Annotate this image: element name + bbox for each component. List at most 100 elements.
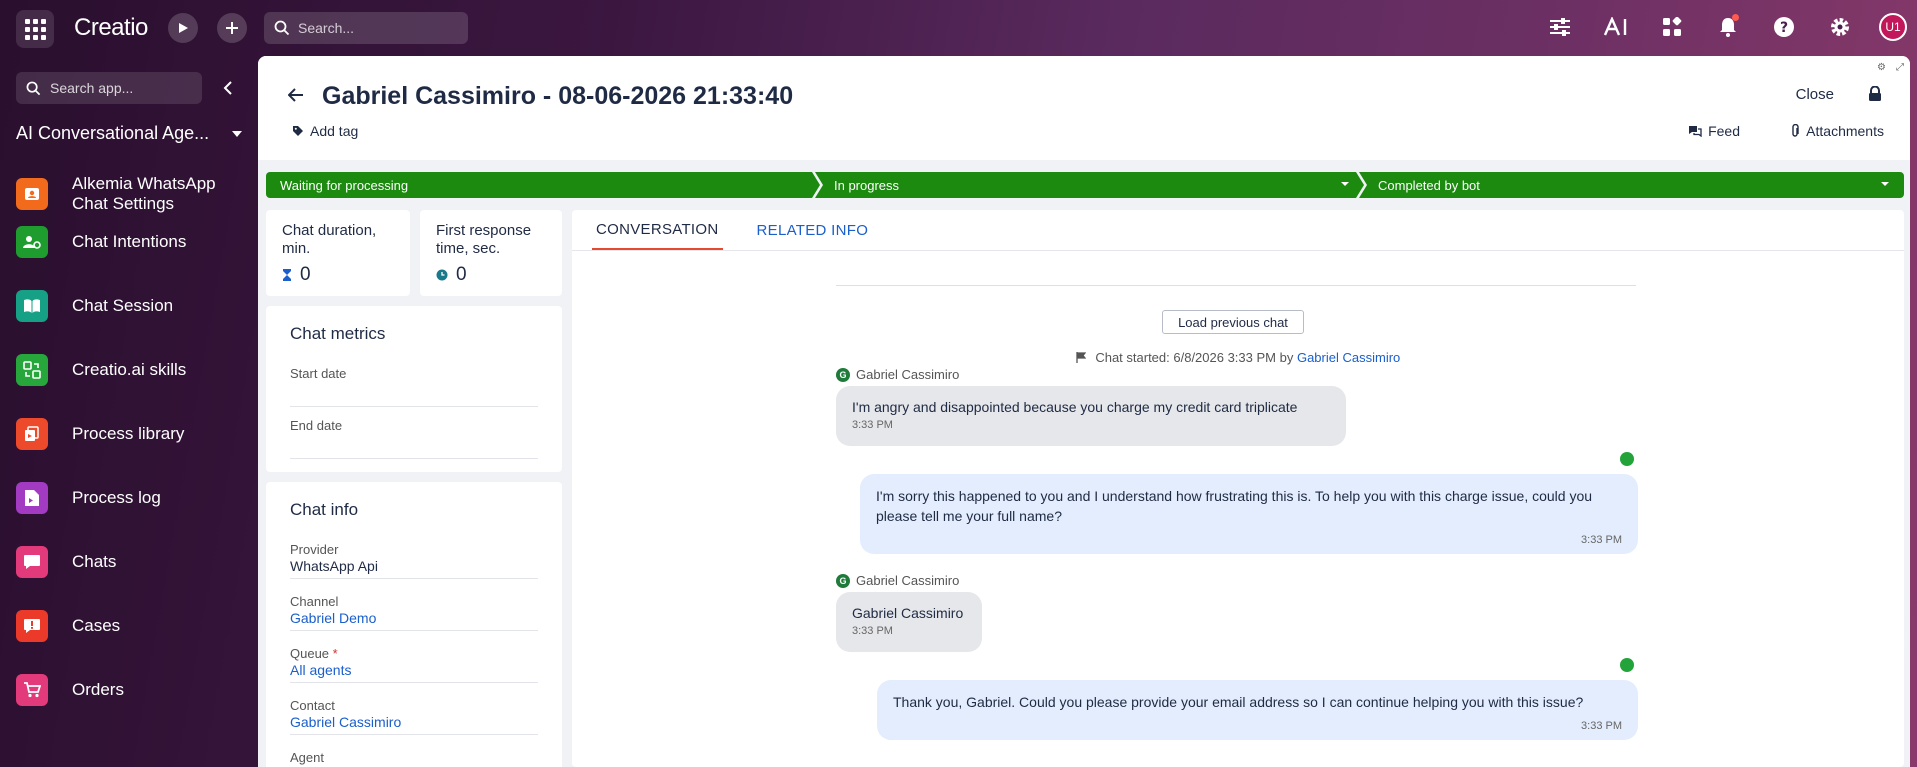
- sidebar-item-chat-session[interactable]: Chat Session: [16, 284, 246, 328]
- tab-conversation[interactable]: CONVERSATION: [592, 210, 723, 250]
- chat-duration-value: 0: [300, 264, 311, 285]
- sidebar-item-alkemia-whatsapp-chat-settings[interactable]: Alkemia WhatsApp Chat Settings: [16, 172, 246, 216]
- creatio-logo: Creatio: [74, 14, 148, 41]
- tab-related-info[interactable]: RELATED INFO: [753, 210, 873, 250]
- top-bar: Creatio Search... ? U1: [0, 0, 1917, 56]
- skills-icon: [16, 354, 48, 386]
- sidebar: Search app... AI Conversational Age... A…: [0, 56, 258, 767]
- provider-value[interactable]: WhatsApp Api: [290, 558, 378, 574]
- bot-avatar: [1620, 452, 1634, 466]
- sidebar-item-label: Orders: [72, 680, 124, 699]
- sidebar-item-creatio-ai-skills[interactable]: Creatio.ai skills: [16, 348, 246, 392]
- bot-avatar: [1620, 658, 1634, 672]
- tab-bar: CONVERSATION RELATED INFO: [592, 210, 872, 250]
- sidebar-item-label: Process log: [72, 488, 161, 507]
- first-response-label: First response time, sec.: [436, 222, 532, 257]
- end-date-field[interactable]: [290, 458, 538, 459]
- help-icon: ?: [1774, 17, 1794, 37]
- expand-icon[interactable]: ⤢: [1896, 62, 1904, 73]
- collapse-sidebar-button[interactable]: [216, 74, 240, 102]
- book-icon: [16, 290, 48, 322]
- message-text: Gabriel Cassimiro: [852, 605, 964, 621]
- chat-started-text: Chat started: 6/8/2026 3:33 PM by: [1095, 350, 1294, 365]
- stage-waiting-for-processing[interactable]: Waiting for processing: [266, 172, 820, 198]
- contact-card-icon: [16, 178, 48, 210]
- app-search-placeholder: Search app...: [50, 80, 134, 96]
- message-text: I'm sorry this happened to you and I und…: [876, 488, 1593, 524]
- back-button[interactable]: [287, 86, 304, 107]
- sliders-button[interactable]: [1543, 10, 1577, 44]
- queue-label: Queue *: [290, 646, 338, 661]
- record-header: Gabriel Cassimiro - 08-06-2026 21:33:40 …: [258, 56, 1910, 160]
- contact-link[interactable]: Gabriel Cassimiro: [290, 714, 401, 730]
- small-gear-icon[interactable]: ⚙: [1877, 62, 1886, 73]
- divider: [290, 734, 538, 735]
- feed-icon: [1689, 126, 1702, 137]
- clock-icon: [436, 269, 448, 281]
- stage-label: Waiting for processing: [280, 177, 409, 193]
- process-icon: [16, 418, 48, 450]
- user-avatar[interactable]: U1: [1879, 13, 1907, 41]
- widgets-icon: [1663, 17, 1682, 36]
- divider: [290, 682, 538, 683]
- start-date-label: Start date: [290, 366, 347, 381]
- lock-button[interactable]: [1868, 85, 1882, 107]
- channel-link[interactable]: Gabriel Demo: [290, 610, 376, 626]
- caret-down-icon: [232, 130, 242, 137]
- sidebar-item-process-library[interactable]: Process library: [16, 412, 246, 456]
- paperclip-icon: [1792, 124, 1799, 137]
- arrow-left-icon: [287, 88, 303, 102]
- feed-button[interactable]: Feed: [1688, 123, 1740, 139]
- feed-label: Feed: [1708, 123, 1740, 139]
- sidebar-item-label: Chat Session: [72, 296, 174, 315]
- sidebar-item-label: Chats: [72, 552, 117, 571]
- chat-info-card: Chat info Provider WhatsApp Api Channel …: [266, 482, 562, 767]
- sidebar-item-chat-intentions[interactable]: Chat Intentions: [16, 220, 246, 264]
- channel-label: Channel: [290, 594, 339, 609]
- chevron-down-icon: [1881, 182, 1889, 186]
- lock-icon: [1869, 85, 1881, 101]
- help-button[interactable]: ?: [1767, 10, 1801, 44]
- message-time: 3:33 PM: [852, 419, 893, 431]
- message-time: 3:33 PM: [1581, 534, 1622, 546]
- outgoing-message: I'm sorry this happened to you and I und…: [860, 474, 1638, 554]
- load-previous-chat-button[interactable]: Load previous chat: [1162, 310, 1304, 334]
- grid-icon: [24, 18, 46, 40]
- global-search-input[interactable]: Search...: [264, 12, 468, 44]
- search-icon: [26, 81, 41, 96]
- search-icon: [274, 20, 290, 36]
- settings-button[interactable]: [1823, 10, 1857, 44]
- chat-info-title: Chat info: [290, 500, 359, 519]
- app-search-input[interactable]: Search app...: [16, 72, 202, 104]
- stage-in-progress[interactable]: In progress: [820, 172, 1364, 198]
- queue-link[interactable]: All agents: [290, 662, 351, 678]
- stage-label: Completed by bot: [1378, 177, 1480, 193]
- sidebar-item-process-log[interactable]: Process log: [16, 476, 246, 520]
- gear-icon: [1831, 18, 1849, 36]
- global-search-placeholder: Search...: [298, 20, 355, 36]
- conversation-divider: [836, 285, 1636, 286]
- plus-icon: [226, 22, 238, 34]
- ai-button[interactable]: [1599, 10, 1633, 44]
- contact-label: Contact: [290, 698, 335, 713]
- chevron-left-icon: [223, 81, 232, 95]
- workplace-selector[interactable]: AI Conversational Age...: [16, 123, 242, 144]
- create-button[interactable]: [217, 13, 247, 43]
- sidebar-item-chats[interactable]: Chats: [16, 540, 246, 584]
- notifications-button[interactable]: [1711, 10, 1745, 44]
- log-icon: [16, 482, 48, 514]
- start-date-field[interactable]: [290, 406, 538, 407]
- chat-started-by-link[interactable]: Gabriel Cassimiro: [1297, 350, 1400, 365]
- close-button[interactable]: Close: [1796, 86, 1834, 103]
- app-hub-button[interactable]: [1655, 10, 1689, 44]
- run-process-button[interactable]: [168, 13, 198, 43]
- add-tag-button[interactable]: Add tag: [292, 123, 358, 139]
- sidebar-item-orders[interactable]: Orders: [16, 668, 246, 712]
- attachments-button[interactable]: Attachments: [1790, 123, 1884, 139]
- app-launcher-button[interactable]: [16, 10, 54, 48]
- contact-avatar: G: [836, 573, 850, 588]
- sidebar-item-cases[interactable]: Cases: [16, 604, 246, 648]
- notification-dot: [1732, 14, 1739, 21]
- queue-label-text: Queue: [290, 646, 330, 661]
- stage-completed-by-bot[interactable]: Completed by bot: [1364, 172, 1904, 198]
